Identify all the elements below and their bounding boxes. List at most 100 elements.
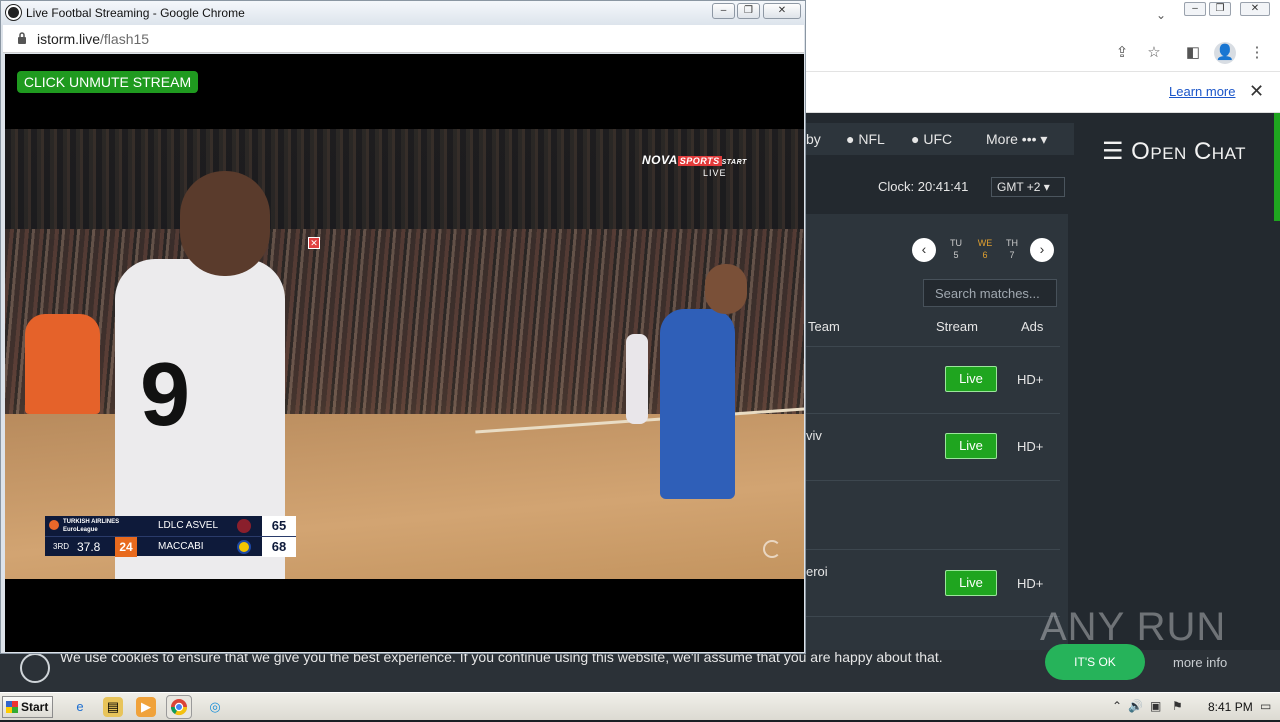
league-name: TURKISH AIRLINES EuroLeague bbox=[63, 519, 120, 533]
home-team-name: LDLC ASVEL bbox=[158, 520, 219, 531]
ufc-icon: ● bbox=[911, 131, 920, 147]
tray-expand-icon[interactable]: ⌃ bbox=[1112, 699, 1122, 713]
live-button[interactable]: Live bbox=[945, 570, 997, 596]
scorebug-row-home: TURKISH AIRLINES EuroLeague LDLC ASVEL 6… bbox=[45, 516, 296, 536]
asvel-logo-icon bbox=[237, 519, 251, 533]
broadcaster-live-tag: LIVE bbox=[703, 168, 727, 178]
background-browser-toolbar: ⇪ ☆ ◧ 👤 ⋮ bbox=[806, 34, 1280, 72]
timezone-select[interactable]: GMT +2 ▾ bbox=[991, 177, 1065, 197]
nav-item-partial[interactable]: by bbox=[806, 131, 821, 147]
soccer-ball-icon bbox=[6, 5, 21, 20]
nav-item-nfl[interactable]: ● NFL bbox=[846, 131, 885, 147]
team-name: viv bbox=[806, 428, 822, 443]
loading-spinner-icon bbox=[763, 540, 781, 558]
background-browser-titlebar: ⌄ – ❐ ✕ bbox=[806, 0, 1280, 34]
minimize-button[interactable]: – bbox=[1184, 2, 1206, 16]
page-scrollbar[interactable] bbox=[1274, 113, 1280, 221]
euroleague-logo-icon bbox=[49, 520, 59, 530]
maximize-button[interactable]: ❐ bbox=[737, 3, 760, 19]
streaming-site: by ● NFL ● UFC More ••• ▾ ☰ Open Chat Cl… bbox=[806, 113, 1280, 650]
volume-icon[interactable]: 🔊 bbox=[1128, 699, 1143, 713]
start-button[interactable]: Start bbox=[2, 696, 53, 718]
site-nav: by ● NFL ● UFC More ••• ▾ bbox=[806, 123, 1074, 155]
row-divider bbox=[806, 346, 1060, 347]
broadcaster-logo: NOVA SPORTS START bbox=[642, 153, 747, 167]
game-clock: 37.8 bbox=[77, 540, 101, 554]
day-thursday[interactable]: TH 7 bbox=[1004, 237, 1020, 261]
video-player[interactable]: CLICK UNMUTE STREAM 9 NOVA SPORTS START LI… bbox=[5, 54, 804, 652]
media-player-icon[interactable]: ▶ bbox=[136, 697, 156, 717]
column-ads: Ads bbox=[1021, 319, 1044, 334]
tab-search-chevron-icon[interactable]: ⌄ bbox=[1150, 4, 1172, 26]
windows-logo-icon bbox=[6, 701, 18, 713]
ads-label: HD+ bbox=[1017, 576, 1044, 591]
team-name: eroi bbox=[806, 564, 828, 579]
ads-label: HD+ bbox=[1017, 372, 1044, 387]
url-text[interactable]: istorm.live/flash15 bbox=[37, 31, 149, 47]
file-explorer-icon[interactable]: ▤ bbox=[103, 697, 123, 717]
ads-label: HD+ bbox=[1017, 439, 1044, 454]
video-frame[interactable]: 9 NOVA SPORTS START LIVE ✕ TURKISH AIRLINE… bbox=[5, 129, 804, 579]
popup-browser-window: Live Footbal Streaming - Google Chrome –… bbox=[0, 0, 806, 654]
prev-day-button[interactable]: ‹ bbox=[912, 238, 936, 262]
jersey-number: 9 bbox=[140, 345, 191, 445]
player-jersey-blue bbox=[660, 309, 735, 499]
maccabi-logo-icon bbox=[237, 540, 251, 554]
close-button[interactable]: ✕ bbox=[763, 3, 801, 19]
maximize-button[interactable]: ❐ bbox=[1209, 2, 1231, 16]
chrome-taskbar-button[interactable] bbox=[166, 695, 192, 719]
site-clock: Clock: 20:41:41 bbox=[878, 179, 969, 194]
search-matches-input[interactable]: Search matches... bbox=[923, 279, 1057, 307]
profile-avatar-icon[interactable]: 👤 bbox=[1214, 42, 1236, 64]
anyrun-watermark: ANY RUN bbox=[1040, 605, 1227, 649]
referee bbox=[25, 314, 100, 414]
cookie-more-info-link[interactable]: more info bbox=[1173, 655, 1227, 670]
side-panel-icon[interactable]: ◧ bbox=[1182, 42, 1204, 64]
taskbar-clock[interactable]: 8:41 PM bbox=[1208, 700, 1253, 714]
close-button[interactable]: ✕ bbox=[1240, 2, 1270, 16]
bookmark-star-icon[interactable]: ☆ bbox=[1143, 42, 1165, 64]
show-desktop-icon[interactable]: ▭ bbox=[1260, 699, 1271, 713]
day-tuesday[interactable]: TU 5 bbox=[948, 237, 964, 261]
column-team: Team bbox=[808, 319, 840, 334]
edge-icon[interactable]: ◎ bbox=[205, 697, 225, 717]
row-divider bbox=[806, 549, 1060, 550]
nav-item-ufc[interactable]: ● UFC bbox=[911, 131, 952, 147]
ad-close-icon[interactable]: ✕ bbox=[308, 237, 320, 249]
chrome-menu-icon[interactable]: ⋮ bbox=[1246, 42, 1268, 64]
internet-explorer-icon[interactable]: e bbox=[70, 697, 90, 717]
live-button[interactable]: Live bbox=[945, 366, 997, 392]
nav-item-more[interactable]: More ••• ▾ bbox=[986, 131, 1047, 148]
learn-more-link[interactable]: Learn more bbox=[1169, 84, 1235, 99]
away-team-name: MACCABI bbox=[158, 541, 204, 552]
chrome-icon bbox=[170, 699, 188, 716]
distant-player bbox=[626, 334, 648, 424]
live-button[interactable]: Live bbox=[945, 433, 997, 459]
shot-clock: 24 bbox=[115, 537, 137, 557]
info-bar: Learn more ✕ bbox=[806, 72, 1280, 113]
day-wednesday[interactable]: WE 6 bbox=[977, 237, 993, 261]
away-score: 68 bbox=[262, 537, 296, 557]
system-tray: ⌃ 🔊 ▣ ⚑ 8:41 PM ▭ bbox=[1102, 697, 1272, 717]
address-bar[interactable]: istorm.live/flash15 bbox=[3, 25, 804, 53]
popup-titlebar: Live Footbal Streaming - Google Chrome –… bbox=[1, 1, 805, 25]
lock-icon bbox=[18, 32, 26, 44]
info-bar-close-icon[interactable]: ✕ bbox=[1249, 81, 1264, 102]
taskbar: Start e ▤ ▶ ◎ ⌃ 🔊 ▣ ⚑ 8:41 PM ▭ bbox=[0, 692, 1280, 720]
home-score: 65 bbox=[262, 516, 296, 536]
cookie-icon bbox=[20, 653, 50, 683]
row-divider bbox=[806, 616, 1060, 617]
next-day-button[interactable]: › bbox=[1030, 238, 1054, 262]
row-divider bbox=[806, 480, 1060, 481]
share-icon[interactable]: ⇪ bbox=[1111, 42, 1133, 64]
minimize-button[interactable]: – bbox=[712, 3, 735, 19]
unmute-stream-button[interactable]: CLICK UNMUTE STREAM bbox=[17, 71, 198, 93]
action-center-flag-icon[interactable]: ⚑ bbox=[1172, 699, 1183, 713]
nfl-icon: ● bbox=[846, 131, 855, 147]
open-chat-button[interactable]: ☰ Open Chat bbox=[1102, 137, 1246, 166]
scorebug-row-away: 3RD 37.8 24 MACCABI 68 bbox=[45, 536, 296, 557]
player-head bbox=[705, 264, 747, 314]
game-period: 3RD bbox=[53, 542, 70, 551]
network-icon[interactable]: ▣ bbox=[1150, 699, 1161, 713]
cookie-consent-bar: We use cookies to ensure that we give yo… bbox=[0, 644, 1280, 692]
